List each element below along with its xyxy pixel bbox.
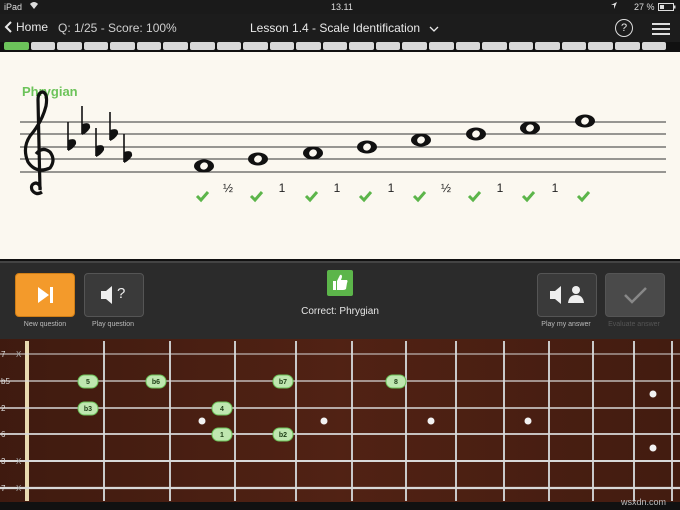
string-label: 3 bbox=[1, 457, 6, 466]
score-text: Q: 1/25 - Score: 100% bbox=[58, 21, 177, 35]
progress-segment bbox=[189, 42, 215, 50]
note-marker-1: 1 bbox=[211, 427, 233, 442]
progress-segment bbox=[641, 42, 667, 50]
progress-segment bbox=[30, 42, 56, 50]
progress-segment bbox=[614, 42, 640, 50]
progress-segment bbox=[561, 42, 587, 50]
evaluate-answer-label: Evaluate answer bbox=[608, 321, 660, 328]
question-mark: ? bbox=[117, 285, 126, 302]
battery-icon bbox=[658, 3, 676, 13]
bottom-strip bbox=[0, 502, 680, 510]
nav-bar: Home Q: 1/25 - Score: 100% Lesson 1.4 - … bbox=[0, 14, 680, 42]
progress-segment bbox=[482, 42, 507, 50]
progress-segment bbox=[163, 42, 188, 50]
chevron-down-icon bbox=[429, 26, 439, 32]
progress-segment bbox=[269, 42, 295, 50]
progress-segment bbox=[136, 42, 162, 50]
checkmark-icon bbox=[624, 287, 647, 304]
evaluate-answer-button[interactable] bbox=[605, 273, 665, 317]
interval-label: ½ bbox=[441, 181, 451, 195]
progress-segment bbox=[83, 42, 109, 50]
progress-segment bbox=[110, 42, 135, 50]
wifi-icon bbox=[29, 1, 39, 12]
muted-mark: X bbox=[16, 350, 22, 359]
device-label: iPad bbox=[4, 2, 23, 12]
interval-label: 1 bbox=[497, 181, 504, 195]
speaker-person-icon bbox=[550, 286, 584, 304]
result-text: Correct: Phrygian bbox=[301, 306, 379, 317]
progress-segment bbox=[216, 42, 242, 50]
interval-label: 1 bbox=[552, 181, 559, 195]
string-label: 2 bbox=[1, 404, 6, 413]
svg-text:b3: b3 bbox=[84, 406, 92, 413]
progress-segment bbox=[588, 42, 613, 50]
speaker-icon bbox=[101, 286, 112, 304]
control-toolbar: New question ? Play question Correct: Ph… bbox=[0, 261, 680, 341]
svg-text:8: 8 bbox=[394, 379, 398, 386]
staff-panel: Phrygian ½ 1 1 1 ½ 1 1 bbox=[0, 52, 680, 259]
clock: 13.11 bbox=[331, 2, 353, 12]
note-marker-b7: b7 bbox=[272, 374, 294, 389]
progress-segment bbox=[508, 42, 534, 50]
status-bar: iPad 13.11 27 % bbox=[0, 0, 680, 14]
progress-segment bbox=[322, 42, 348, 50]
chevron-left-icon bbox=[4, 21, 12, 33]
play-my-answer-button[interactable] bbox=[537, 273, 597, 317]
fret-markers bbox=[198, 390, 657, 452]
svg-text:5: 5 bbox=[86, 379, 90, 386]
muted-mark: X bbox=[16, 457, 22, 466]
interval-label: 1 bbox=[279, 181, 286, 195]
interval-label: 1 bbox=[388, 181, 395, 195]
string-label: 6 bbox=[1, 430, 6, 439]
svg-text:b2: b2 bbox=[279, 432, 287, 439]
scale-notes bbox=[194, 114, 595, 173]
fretboard[interactable]: 7 b5 2 6 3 7 X X X 5 b6 b7 8 b3 4 1 b2 bbox=[0, 339, 680, 502]
home-button[interactable]: Home bbox=[4, 20, 48, 34]
lesson-title: Lesson 1.4 - Scale Identification bbox=[250, 21, 421, 35]
play-question-label: Play question bbox=[91, 321, 135, 328]
svg-text:b7: b7 bbox=[279, 379, 287, 386]
skip-forward-icon bbox=[38, 287, 53, 303]
note-marker-b6: b6 bbox=[145, 374, 167, 389]
battery-text: 27 % bbox=[634, 2, 655, 12]
note-marker-5: 5 bbox=[77, 374, 99, 389]
string-label: b5 bbox=[1, 377, 10, 386]
lesson-title-dropdown[interactable]: Lesson 1.4 - Scale Identification bbox=[250, 21, 439, 35]
svg-text:1: 1 bbox=[220, 432, 224, 439]
treble-clef-icon bbox=[23, 90, 55, 196]
progress-segment bbox=[296, 42, 321, 50]
progress-segment bbox=[243, 42, 268, 50]
progress-segment bbox=[429, 42, 454, 50]
progress-segment bbox=[455, 42, 481, 50]
string-label: 7 bbox=[1, 350, 6, 359]
note-marker-4: 4 bbox=[211, 401, 233, 416]
note-marker-8: 8 bbox=[385, 374, 407, 389]
menu-icon bbox=[652, 23, 670, 25]
interval-label: ½ bbox=[223, 181, 233, 195]
home-label: Home bbox=[16, 20, 49, 34]
interval-label: 1 bbox=[334, 181, 341, 195]
thumbs-up-icon bbox=[327, 270, 353, 296]
help-button[interactable]: ? bbox=[615, 19, 633, 37]
muted-mark: X bbox=[16, 484, 22, 493]
string-label: 7 bbox=[1, 484, 6, 493]
music-staff: ½ 1 1 1 ½ 1 1 bbox=[20, 90, 666, 203]
progress-segment bbox=[535, 42, 560, 50]
progress-segment bbox=[375, 42, 401, 50]
svg-text:4: 4 bbox=[220, 406, 224, 413]
menu-button[interactable] bbox=[652, 20, 670, 36]
svg-text:b6: b6 bbox=[152, 379, 160, 386]
new-question-button[interactable] bbox=[15, 273, 75, 317]
note-marker-b3: b3 bbox=[77, 401, 99, 416]
progress-segment bbox=[402, 42, 427, 50]
progress-segment bbox=[4, 42, 29, 50]
play-question-button[interactable]: ? bbox=[84, 273, 144, 317]
watermark: wsxdn.com bbox=[620, 497, 666, 507]
question-progress-bar bbox=[4, 42, 667, 50]
progress-segment bbox=[57, 42, 82, 50]
note-marker-b2: b2 bbox=[272, 427, 294, 442]
progress-segment bbox=[349, 42, 374, 50]
location-icon bbox=[610, 1, 618, 12]
